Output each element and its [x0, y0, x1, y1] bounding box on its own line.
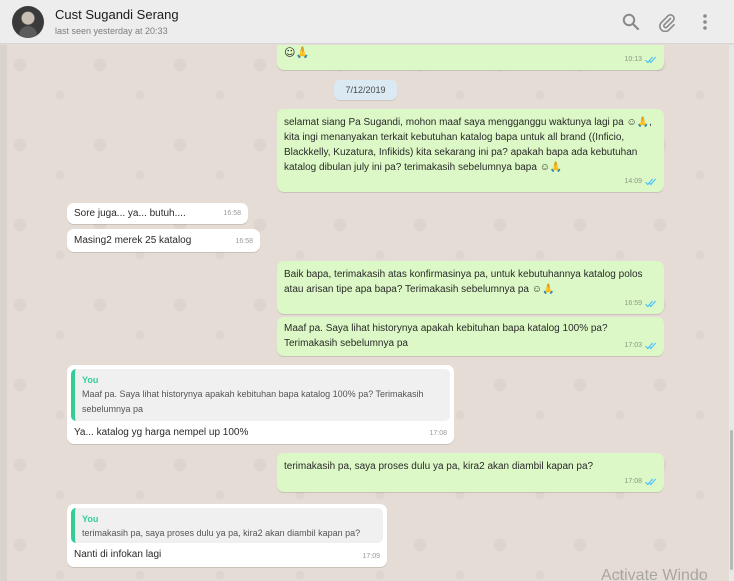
- date-divider: 7/12/2019: [334, 80, 397, 100]
- quote-author: You: [82, 375, 99, 385]
- message-time: 17:08: [429, 430, 447, 437]
- message-text: Nanti di infokan lagi: [74, 549, 162, 560]
- read-ticks-icon: [645, 342, 657, 350]
- menu-icon[interactable]: [695, 12, 715, 32]
- message-outgoing[interactable]: ☺🙏 10:13: [277, 45, 664, 70]
- message-outgoing[interactable]: Baik bapa, terimakasih atas konfirmasiny…: [277, 261, 664, 314]
- message-time: 10:13: [624, 56, 642, 63]
- read-ticks-icon: [645, 178, 657, 186]
- message-time: 16:58: [223, 210, 241, 217]
- message-text: selamat siang Pa Sugandi, mohon maaf say…: [284, 117, 652, 173]
- quoted-message[interactable]: You Maaf pa. Saya lihat historynya apaka…: [71, 369, 450, 421]
- message-time: 17:09: [362, 553, 380, 560]
- message-outgoing[interactable]: terimakasih pa, saya proses dulu ya pa, …: [277, 453, 664, 492]
- message-text: ☺🙏: [284, 46, 310, 59]
- message-text: Ya... katalog yg harga nempel up 100%: [74, 427, 249, 438]
- quoted-message[interactable]: You terimakasih pa, saya proses dulu ya …: [71, 508, 383, 543]
- message-text: Masing2 merek 25 katalog: [74, 235, 192, 246]
- message-time: 17:03: [624, 342, 642, 349]
- activation-watermark: Activate Windo: [601, 567, 708, 581]
- message-time: 17:08: [624, 478, 642, 485]
- message-outgoing[interactable]: Maaf pa. Saya lihat historynya apakah ke…: [277, 317, 664, 356]
- message-text: Maaf pa. Saya lihat historynya apakah ke…: [284, 323, 608, 349]
- message-incoming-reply[interactable]: You Maaf pa. Saya lihat historynya apaka…: [67, 365, 454, 444]
- scrollbar-thumb[interactable]: [730, 430, 733, 570]
- contact-name[interactable]: Cust Sugandi Serang: [55, 7, 179, 22]
- chat-area[interactable]: ☺🙏 10:13 7/12/2019 selamat siang Pa Suga…: [0, 45, 734, 581]
- quote-text: Maaf pa. Saya lihat historynya apakah ke…: [82, 389, 424, 414]
- read-ticks-icon: [645, 56, 657, 64]
- message-time: 16:58: [235, 238, 253, 245]
- chat-header: Cust Sugandi Serang last seen yesterday …: [0, 0, 734, 44]
- message-outgoing[interactable]: selamat siang Pa Sugandi, mohon maaf say…: [277, 109, 664, 192]
- search-icon[interactable]: [621, 12, 641, 32]
- scrollbar[interactable]: [729, 45, 734, 581]
- message-time: 14:09: [624, 178, 642, 185]
- message-text: terimakasih pa, saya proses dulu ya pa, …: [284, 461, 594, 472]
- left-panel-edge: [0, 45, 7, 581]
- message-incoming[interactable]: Masing2 merek 25 katalog 16:58: [67, 229, 260, 252]
- contact-avatar[interactable]: [12, 6, 44, 38]
- message-incoming-reply[interactable]: You terimakasih pa, saya proses dulu ya …: [67, 504, 387, 567]
- quote-author: You: [82, 514, 99, 524]
- message-text: Sore juga... ya... butuh....: [74, 208, 186, 219]
- quote-text: terimakasih pa, saya proses dulu ya pa, …: [82, 528, 361, 538]
- message-time: 16:59: [624, 300, 642, 307]
- attach-icon[interactable]: [657, 12, 677, 33]
- read-ticks-icon: [645, 300, 657, 308]
- message-incoming[interactable]: Sore juga... ya... butuh.... 16:58: [67, 203, 248, 224]
- last-seen-status: last seen yesterday at 20:33: [55, 26, 168, 36]
- message-text: Baik bapa, terimakasih atas konfirmasiny…: [284, 269, 643, 295]
- read-ticks-icon: [645, 478, 657, 486]
